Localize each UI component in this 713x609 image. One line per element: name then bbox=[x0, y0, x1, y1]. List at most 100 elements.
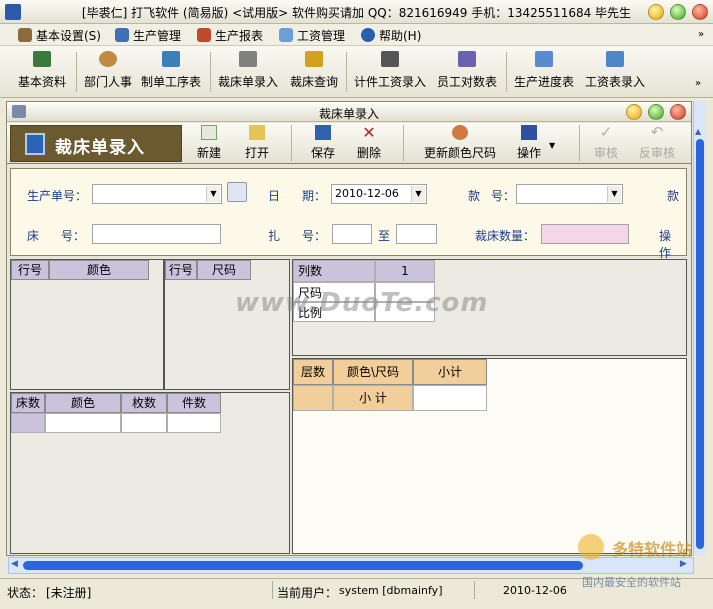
scroll-up-icon[interactable]: ▲ bbox=[695, 127, 701, 136]
maximize-button[interactable] bbox=[670, 4, 686, 20]
window-title: [毕裘仁] 打飞软件 (简易版) <试用版> 软件购买请加 QQ：8216169… bbox=[81, 6, 632, 20]
menu-help[interactable]: 帮助(H) bbox=[361, 27, 421, 43]
toolbar-cutting-entry[interactable]: 裁床单录入 bbox=[218, 51, 278, 90]
toolbar-employee-check[interactable]: 员工对数表 bbox=[437, 51, 497, 90]
menu-salary[interactable]: 工资管理 bbox=[279, 27, 345, 43]
horizontal-scroll-thumb[interactable] bbox=[23, 561, 583, 570]
report-icon bbox=[197, 28, 211, 42]
main-toolbar: 基本资料 部门人事 制单工序表 裁床单录入 裁床查询 计件工资录入 员工对数表 … bbox=[0, 46, 713, 98]
menu-overflow-icon[interactable]: » bbox=[698, 29, 704, 40]
order-no-label: 生产单号： bbox=[27, 189, 88, 203]
minimize-button[interactable] bbox=[648, 4, 664, 20]
close-button[interactable] bbox=[692, 4, 708, 20]
child-minimize-button[interactable] bbox=[626, 104, 642, 120]
layers-pieces-cell[interactable] bbox=[167, 413, 221, 433]
delete-button[interactable]: ✕ 删除 bbox=[357, 125, 381, 161]
salary-icon bbox=[279, 28, 293, 42]
toolbar-cutting-query[interactable]: 裁床查询 bbox=[290, 51, 338, 90]
search-order-button[interactable] bbox=[227, 182, 247, 202]
child-maximize-button[interactable] bbox=[648, 104, 664, 120]
dropdown-arrow-icon: ▼ bbox=[206, 186, 220, 202]
main-titlebar: [毕裘仁] 打飞软件 (简易版) <试用版> 软件购买请加 QQ：8216169… bbox=[0, 0, 713, 24]
style-label-extra: 款 bbox=[667, 189, 680, 203]
style-dropdown-icon: ▼ bbox=[607, 186, 621, 202]
summary-grid: 层数 颜色\尺码 小计 小 计 bbox=[292, 358, 687, 554]
layers-row-selector[interactable] bbox=[11, 413, 45, 433]
summary-row-selector[interactable] bbox=[293, 385, 333, 411]
menu-reports[interactable]: 生产报表 bbox=[197, 27, 263, 43]
bed-no-input[interactable] bbox=[92, 224, 221, 244]
folder-open-icon bbox=[249, 125, 265, 140]
summary-subtotal-value bbox=[413, 385, 487, 411]
summary-subtotal-header: 小计 bbox=[413, 359, 487, 385]
layers-bed-header: 床数 bbox=[11, 393, 45, 413]
unapprove-button[interactable]: ↶ 反审核 bbox=[639, 125, 675, 161]
menu-bar: 基本设置(S) 生产管理 生产报表 工资管理 帮助(H) » bbox=[0, 24, 713, 46]
toolbar-basic-data[interactable]: 基本资料 bbox=[18, 51, 66, 90]
size-grid-row-header: 行号 bbox=[165, 260, 197, 280]
approve-button[interactable]: ✓ 审核 bbox=[594, 125, 618, 161]
bed-no-label: 床 bbox=[27, 229, 40, 243]
open-button[interactable]: 打开 bbox=[245, 125, 269, 161]
refresh-color-size-button[interactable]: 更新颜色尺码 bbox=[424, 125, 496, 161]
status-label: 状态： bbox=[7, 586, 44, 600]
save-disk-icon bbox=[315, 125, 331, 140]
child-titlebar: 裁床单录入 bbox=[7, 102, 691, 122]
current-user-label: 当前用户： bbox=[277, 586, 338, 600]
current-user-value: system [dbmainfy] bbox=[339, 584, 443, 597]
toolbar-department[interactable]: 部门人事 bbox=[84, 51, 132, 90]
bundle-from-input[interactable] bbox=[332, 224, 372, 244]
duote-logo-icon bbox=[578, 534, 604, 560]
style-no-label: 款 bbox=[468, 189, 481, 203]
style-no-select[interactable]: ▼ bbox=[516, 184, 623, 204]
check-icon: ✓ bbox=[599, 123, 613, 141]
save-button[interactable]: 保存 bbox=[311, 125, 335, 161]
new-doc-icon bbox=[201, 125, 217, 140]
duote-brand: 多特软件站 bbox=[612, 540, 693, 559]
entry-form: 生产单号： ▼ 日 期： 2010-12-06 ▼ 款 号： ▼ 款 床 号： 扎… bbox=[10, 168, 687, 260]
cut-qty-label: 裁床数量： bbox=[475, 229, 536, 243]
date-label: 日 bbox=[268, 189, 281, 203]
menu-settings[interactable]: 基本设置(S) bbox=[18, 27, 101, 43]
toolbar-piece-wage[interactable]: 计件工资录入 bbox=[354, 51, 426, 90]
undo-arrow-icon: ↶ bbox=[650, 123, 664, 141]
duote-logo: 多特软件站 国内最安全的软件站 bbox=[578, 530, 710, 589]
date-picker[interactable]: 2010-12-06 ▼ bbox=[331, 184, 427, 204]
operate-button[interactable]: 操作 bbox=[517, 125, 541, 161]
palette-icon bbox=[452, 125, 468, 140]
layers-count-cell[interactable] bbox=[121, 413, 167, 433]
basic-data-icon bbox=[33, 51, 51, 67]
color-grid-row-header: 行号 bbox=[11, 260, 49, 280]
toolbar-wage-entry[interactable]: 工资表录入 bbox=[585, 51, 645, 90]
layers-color-cell[interactable] bbox=[45, 413, 121, 433]
toolbar-progress[interactable]: 生产进度表 bbox=[514, 51, 574, 90]
summary-layers-header: 层数 bbox=[293, 359, 333, 385]
settings-icon bbox=[18, 28, 32, 42]
menu-production[interactable]: 生产管理 bbox=[115, 27, 181, 43]
size-grid: 行号 尺码 bbox=[164, 259, 290, 390]
vertical-scrollbar[interactable]: ▲ bbox=[693, 101, 706, 556]
child-close-button[interactable] bbox=[670, 104, 686, 120]
form-header-icon bbox=[25, 133, 45, 155]
layers-pieces-header: 件数 bbox=[167, 393, 221, 413]
process-icon bbox=[162, 51, 180, 67]
bundle-no-label: 扎 bbox=[268, 229, 281, 243]
progress-icon bbox=[535, 51, 553, 67]
cut-qty-input[interactable] bbox=[541, 224, 629, 244]
duote-slogan: 国内最安全的软件站 bbox=[582, 576, 681, 589]
color-grid-color-header: 颜色 bbox=[49, 260, 149, 280]
status-value: [未注册] bbox=[46, 586, 92, 600]
scroll-left-icon[interactable]: ◀ bbox=[11, 559, 18, 569]
vertical-scroll-thumb[interactable] bbox=[696, 139, 704, 549]
color-grid: 行号 颜色 bbox=[10, 259, 164, 390]
chevron-down-icon[interactable]: ▼ bbox=[549, 141, 555, 150]
operate-icon bbox=[521, 125, 537, 140]
new-button[interactable]: 新建 bbox=[197, 125, 221, 161]
ratio-col-label: 列数 bbox=[293, 260, 375, 282]
toolbar-overflow-icon[interactable]: » bbox=[695, 78, 701, 89]
toolbar-process-sheet[interactable]: 制单工序表 bbox=[141, 51, 201, 90]
bundle-to-input[interactable] bbox=[396, 224, 437, 244]
order-no-select[interactable]: ▼ bbox=[92, 184, 222, 204]
layers-count-header: 枚数 bbox=[121, 393, 167, 413]
query-icon bbox=[305, 51, 323, 67]
